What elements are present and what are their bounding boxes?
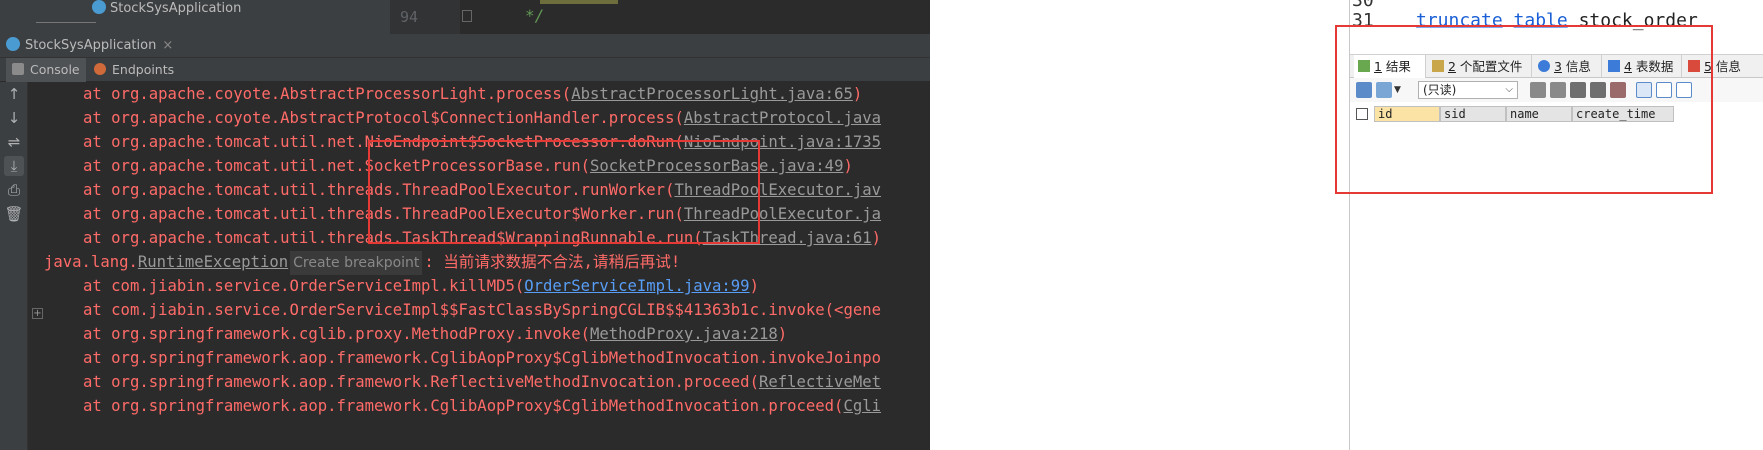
stack-trace-line: at com.jiabin.service.OrderServiceImpl.k… — [28, 274, 759, 298]
down-arrow-icon[interactable]: ↓ — [4, 108, 24, 128]
endpoints-icon — [94, 63, 106, 75]
tab-endpoints[interactable]: Endpoints — [88, 58, 174, 82]
console-icon — [12, 63, 24, 75]
stack-frame-text: at org.springframework.aop.framework.Cgl… — [83, 349, 881, 367]
stack-trace-line: at org.springframework.cglib.proxy.Metho… — [28, 322, 787, 346]
source-link[interactable]: AbstractProcessorLight.java:65 — [571, 85, 853, 103]
source-link[interactable]: Cgli — [843, 397, 881, 415]
project-tree-item[interactable]: StockSysApplication — [92, 0, 241, 18]
stack-trace-line: at org.springframework.aop.framework.Ref… — [28, 370, 881, 394]
stack-frame-text: at com.jiabin.service.OrderServiceImpl$$… — [83, 301, 881, 319]
exception-class-link[interactable]: RuntimeException — [138, 253, 288, 271]
annotation-box-result — [1335, 25, 1713, 194]
stack-frame-text: at org.springframework.aop.framework.Cgl… — [83, 397, 844, 415]
run-tool-window-bar: StockSysApplication × — [0, 34, 930, 58]
source-link[interactable]: OrderServiceImpl.java:99 — [524, 277, 749, 295]
trash-icon[interactable]: 🗑 — [4, 204, 24, 224]
stack-trace-line: at org.springframework.aop.framework.Cgl… — [28, 394, 881, 418]
ide-top-area: StockSysApplication 94 */ — [0, 0, 930, 34]
stack-frame-text: at org.springframework.cglib.proxy.Metho… — [83, 325, 590, 343]
source-link[interactable]: ReflectiveMet — [759, 373, 881, 391]
stack-frame-suffix: ) — [852, 85, 863, 103]
tab-label: 信息 — [1711, 59, 1741, 74]
stack-trace-line: at org.apache.coyote.AbstractProtocol$Co… — [28, 106, 881, 130]
stack-frame-text: at org.apache.coyote.AbstractProcessorLi… — [83, 85, 572, 103]
create-breakpoint-button[interactable]: Create breakpoint — [290, 251, 423, 275]
project-tree-item-label: StockSysApplication — [110, 1, 242, 16]
up-arrow-icon[interactable]: ↑ — [4, 84, 24, 104]
annotation-box-console — [368, 140, 760, 244]
stack-frame-suffix: ) — [777, 325, 788, 343]
run-config-tab-label: StockSysApplication — [25, 38, 157, 53]
tree-partial-row — [36, 22, 96, 28]
spring-app-icon — [6, 37, 20, 51]
scroll-to-end-icon[interactable]: ⤓ — [4, 156, 24, 176]
source-link[interactable]: AbstractProtocol.java — [684, 109, 881, 127]
exception-message: : 当前请求数据不合法,请稍后再试! — [424, 253, 681, 271]
stack-frame-suffix: ) — [843, 157, 853, 175]
stack-trace-line: at org.apache.coyote.AbstractProcessorLi… — [28, 82, 862, 106]
exception-line: java.lang.RuntimeException Create breakpo… — [28, 250, 681, 275]
project-tree: StockSysApplication — [0, 0, 390, 34]
tab-endpoints-label: Endpoints — [112, 62, 175, 77]
fold-marker-icon[interactable] — [462, 10, 472, 22]
tab-console-label: Console — [30, 62, 80, 77]
tab-console[interactable]: Console — [6, 58, 86, 82]
console-output: + at org.apache.coyote.AbstractProcessor… — [28, 82, 930, 450]
spring-app-icon — [92, 0, 106, 14]
stack-frame-text: at org.springframework.aop.framework.Ref… — [83, 373, 759, 391]
source-link[interactable]: MethodProxy.java:218 — [590, 325, 778, 343]
stack-frame-suffix: ) — [871, 229, 882, 247]
editor-highlight — [540, 0, 618, 4]
stack-frame-text: at com.jiabin.service.OrderServiceImpl.k… — [83, 277, 525, 295]
stack-frame-text: at org.apache.coyote.AbstractProtocol$Co… — [83, 109, 684, 127]
stack-trace-line: at org.springframework.aop.framework.Cgl… — [28, 346, 881, 370]
close-icon[interactable]: × — [162, 38, 173, 53]
print-icon[interactable]: ⎙ — [4, 180, 24, 200]
run-config-tab[interactable]: StockSysApplication × — [6, 36, 173, 56]
console-toolbar: ↑ ↓ ⇌ ⤓ ⎙ 🗑 — [0, 82, 28, 450]
soft-wrap-icon[interactable]: ⇌ — [4, 132, 24, 152]
exception-package: java.lang. — [44, 253, 138, 271]
editor-code-line: */ — [525, 6, 545, 25]
stack-frame-suffix: ) — [749, 277, 759, 295]
run-sub-tabs: Console Endpoints — [0, 58, 930, 82]
editor-line-number: 94 — [400, 8, 419, 26]
stack-trace-line: at com.jiabin.service.OrderServiceImpl$$… — [28, 298, 881, 322]
